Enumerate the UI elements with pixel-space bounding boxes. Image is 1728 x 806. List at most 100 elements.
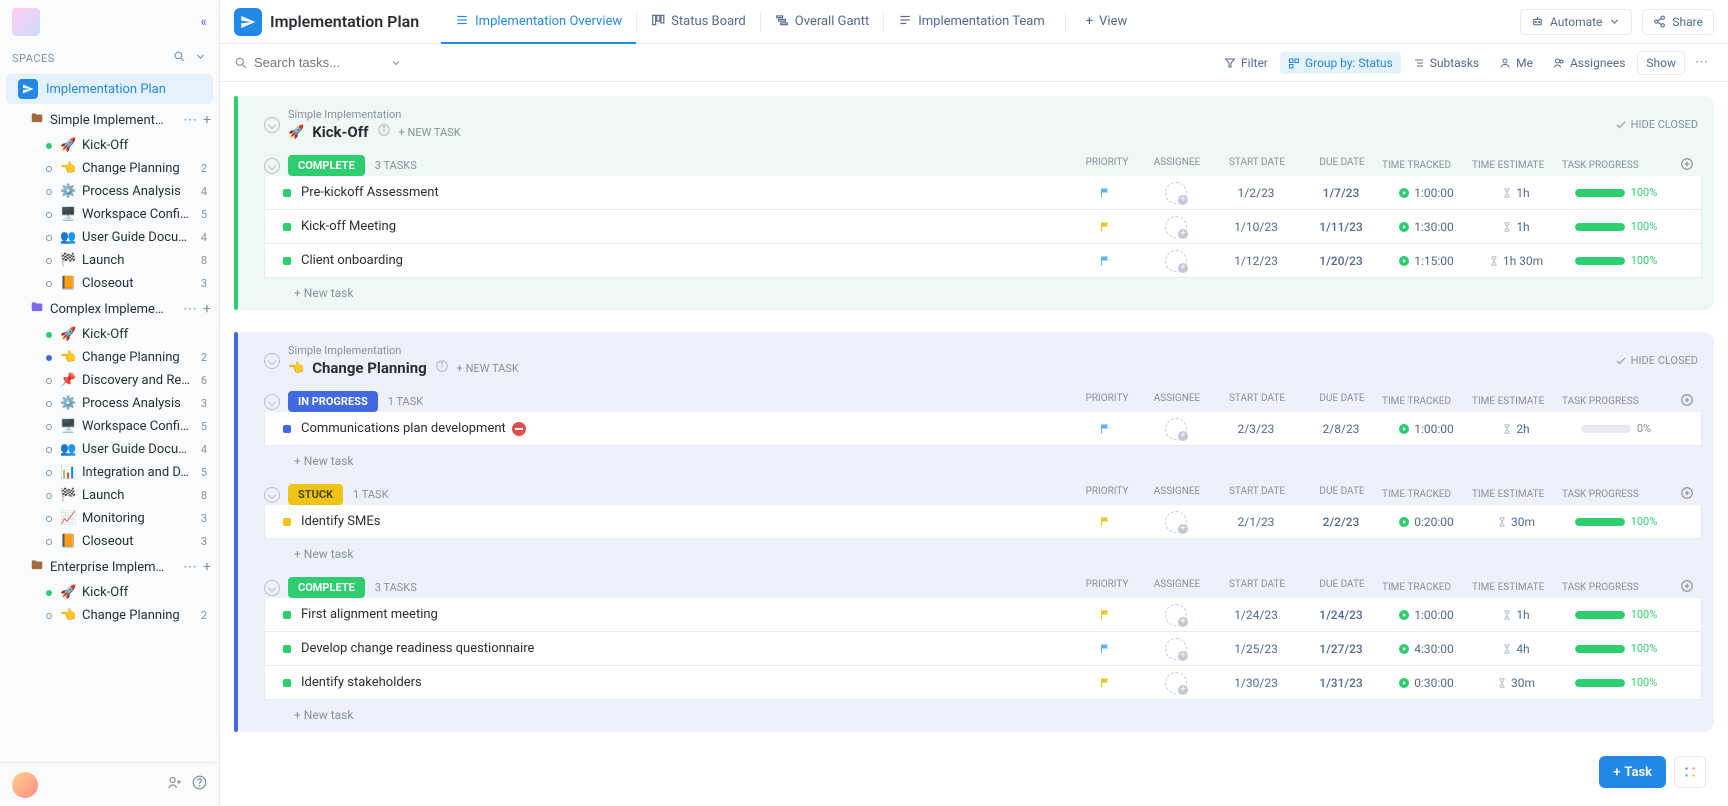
info-icon[interactable]: [435, 359, 449, 377]
task-name-cell[interactable]: First alignment meeting: [301, 607, 1071, 622]
sidebar-list-item[interactable]: 🚀 Kick-Off: [0, 581, 219, 604]
priority-cell[interactable]: [1071, 221, 1141, 233]
sidebar-folder[interactable]: Simple Implement… ⋯ +: [0, 106, 219, 134]
status-square-icon[interactable]: [283, 645, 291, 653]
time-tracked-cell[interactable]: 0:20:00: [1381, 515, 1471, 529]
task-row[interactable]: Identify stakeholders 1/30/23 1/31/23 0:…: [264, 666, 1702, 700]
folder-add-icon[interactable]: +: [203, 112, 211, 128]
start-date-cell[interactable]: 1/25/23: [1211, 642, 1301, 656]
folder-add-icon[interactable]: +: [203, 301, 211, 317]
due-date-cell[interactable]: 1/31/23: [1301, 676, 1381, 690]
time-tracked-cell[interactable]: 1:00:00: [1381, 186, 1471, 200]
sidebar-list-item[interactable]: 📙 Closeout 3: [0, 530, 219, 553]
group-title[interactable]: Kick-Off: [312, 123, 368, 141]
task-progress-cell[interactable]: 100%: [1561, 254, 1671, 267]
show-button[interactable]: Show: [1637, 51, 1685, 75]
due-date-cell[interactable]: 1/27/23: [1301, 642, 1381, 656]
due-date-cell[interactable]: 2/8/23: [1301, 422, 1381, 436]
sidebar-list-item[interactable]: 👈 Change Planning 2: [0, 604, 219, 627]
collapse-group-button[interactable]: [264, 353, 280, 369]
time-estimate-cell[interactable]: 4h: [1471, 642, 1561, 656]
assignee-placeholder-icon[interactable]: [1165, 216, 1187, 238]
play-icon[interactable]: [1398, 677, 1410, 689]
priority-flag-icon[interactable]: [1100, 221, 1112, 233]
priority-flag-icon[interactable]: [1100, 609, 1112, 621]
priority-flag-icon[interactable]: [1100, 677, 1112, 689]
add-view-button[interactable]: + View: [1072, 14, 1142, 29]
play-icon[interactable]: [1398, 255, 1410, 267]
assignee-cell[interactable]: [1141, 638, 1211, 660]
priority-flag-icon[interactable]: [1100, 643, 1112, 655]
priority-flag-icon[interactable]: [1100, 187, 1112, 199]
group-title[interactable]: Change Planning: [312, 359, 426, 377]
time-tracked-cell[interactable]: 1:00:00: [1381, 422, 1471, 436]
assignee-cell[interactable]: [1141, 511, 1211, 533]
add-column-button[interactable]: [1672, 157, 1702, 174]
task-row[interactable]: Identify SMEs 2/1/23 2/2/23 0:20:00 30m: [264, 505, 1702, 539]
header-space[interactable]: Implementation Plan: [234, 8, 419, 36]
subtasks-button[interactable]: Subtasks: [1405, 52, 1487, 74]
task-name-cell[interactable]: Pre-kickoff Assessment: [301, 185, 1071, 200]
assignee-placeholder-icon[interactable]: [1165, 511, 1187, 533]
start-date-cell[interactable]: 2/1/23: [1211, 515, 1301, 529]
sidebar-list-item[interactable]: 👥 User Guide Docu… 4: [0, 438, 219, 461]
priority-flag-icon[interactable]: [1100, 423, 1112, 435]
view-tab[interactable]: Implementation Team: [884, 0, 1059, 43]
due-date-cell[interactable]: 1/7/23: [1301, 186, 1381, 200]
time-estimate-cell[interactable]: 1h: [1471, 220, 1561, 234]
assignees-button[interactable]: Assignees: [1545, 52, 1633, 74]
start-date-cell[interactable]: 1/10/23: [1211, 220, 1301, 234]
due-date-cell[interactable]: 1/11/23: [1301, 220, 1381, 234]
sidebar-space-implementation-plan[interactable]: Implementation Plan: [6, 74, 213, 104]
sidebar-list-item[interactable]: 🏁 Launch 8: [0, 484, 219, 507]
folder-more-icon[interactable]: ⋯: [183, 559, 197, 575]
me-button[interactable]: Me: [1491, 52, 1541, 74]
time-tracked-cell[interactable]: 0:30:00: [1381, 676, 1471, 690]
new-task-inline-button[interactable]: + New task: [264, 278, 1702, 304]
priority-cell[interactable]: [1071, 516, 1141, 528]
user-avatar[interactable]: [12, 772, 38, 798]
help-icon[interactable]: [192, 775, 207, 794]
priority-cell[interactable]: [1071, 643, 1141, 655]
sidebar-list-item[interactable]: 👥 User Guide Docu… 4: [0, 226, 219, 249]
priority-cell[interactable]: [1071, 609, 1141, 621]
status-square-icon[interactable]: [283, 223, 291, 231]
new-task-inline-button[interactable]: + New task: [264, 539, 1702, 565]
start-date-cell[interactable]: 1/24/23: [1211, 608, 1301, 622]
status-pill[interactable]: COMPLETE: [288, 577, 365, 598]
play-icon[interactable]: [1398, 187, 1410, 199]
share-button[interactable]: Share: [1642, 9, 1714, 35]
group-new-task-button[interactable]: + NEW TASK: [399, 126, 461, 139]
group-crumb[interactable]: Simple Implementation: [288, 344, 519, 357]
task-name-cell[interactable]: Client onboarding: [301, 253, 1071, 268]
collapse-status-button[interactable]: [264, 487, 280, 503]
sidebar-list-item[interactable]: ⚙️ Process Analysis 3: [0, 392, 219, 415]
search-spaces-icon[interactable]: [173, 50, 186, 66]
assignee-cell[interactable]: [1141, 604, 1211, 626]
workspace-logo[interactable]: [12, 8, 40, 36]
assignee-cell[interactable]: [1141, 182, 1211, 204]
new-task-inline-button[interactable]: + New task: [264, 700, 1702, 726]
task-row[interactable]: Communications plan development 2/3/23 2…: [264, 412, 1702, 446]
assignee-placeholder-icon[interactable]: [1165, 638, 1187, 660]
task-name-cell[interactable]: Identify stakeholders: [301, 675, 1071, 690]
folder-more-icon[interactable]: ⋯: [183, 301, 197, 317]
add-column-button[interactable]: [1672, 579, 1702, 596]
folder-add-icon[interactable]: +: [203, 559, 211, 575]
due-date-cell[interactable]: 1/20/23: [1301, 254, 1381, 268]
time-estimate-cell[interactable]: 1h 30m: [1471, 254, 1561, 268]
priority-flag-icon[interactable]: [1100, 516, 1112, 528]
sidebar-folder[interactable]: Complex Impleme… ⋯ +: [0, 295, 219, 323]
info-icon[interactable]: [377, 123, 391, 141]
collapse-status-button[interactable]: [264, 394, 280, 410]
task-name-cell[interactable]: Communications plan development: [301, 421, 1071, 436]
status-pill[interactable]: IN PROGRESS: [288, 391, 378, 412]
status-pill[interactable]: STUCK: [288, 484, 343, 505]
collapse-sidebar-button[interactable]: «: [200, 14, 207, 30]
task-name-cell[interactable]: Kick-off Meeting: [301, 219, 1071, 234]
view-tab[interactable]: Overall Gantt: [761, 0, 883, 43]
start-date-cell[interactable]: 1/30/23: [1211, 676, 1301, 690]
time-estimate-cell[interactable]: 1h: [1471, 608, 1561, 622]
sidebar-list-item[interactable]: 🖥️ Workspace Confi… 5: [0, 203, 219, 226]
sidebar-list-item[interactable]: 🚀 Kick-Off: [0, 323, 219, 346]
